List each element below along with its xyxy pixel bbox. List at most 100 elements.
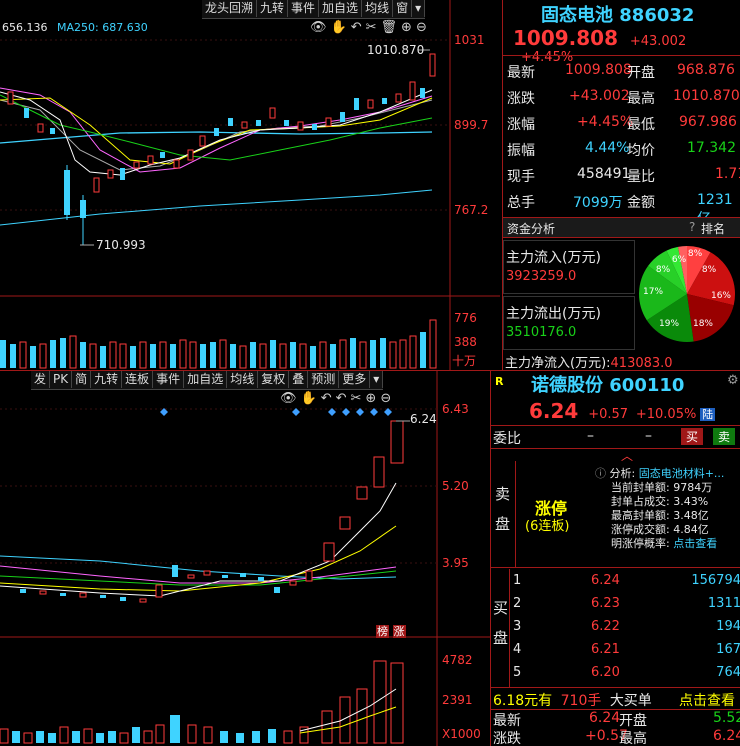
bid-price: 6.21	[591, 642, 620, 657]
outflow-box: 主力流出(万元) 3510176.0	[503, 296, 635, 350]
fund-analysis-tab[interactable]: 资金分析	[507, 220, 555, 237]
row-label: 金额	[627, 195, 655, 211]
row-label: 振幅	[507, 143, 535, 159]
bottom-change: +0.57	[588, 407, 629, 422]
quote-row-total: 总手 7099万 金额 1231亿	[505, 188, 740, 227]
analysis-value: 9784万	[673, 481, 713, 494]
bid-volume: 167	[716, 642, 740, 657]
sell-button[interactable]: 卖	[713, 428, 736, 445]
bid-price: 6.20	[591, 665, 620, 680]
analysis-link[interactable]: 固态电池材料+...	[639, 467, 725, 480]
bid-price: 6.24	[591, 573, 620, 588]
analysis-link[interactable]: 点击查看	[673, 537, 717, 550]
analysis-key: 当前封单额:	[611, 481, 670, 494]
inflow-box: 主力流入(万元) 3923259.0	[503, 240, 635, 294]
bid-row[interactable]: 3 6.22 194	[511, 619, 740, 641]
bid-row[interactable]: 1 6.24 156794	[511, 573, 740, 595]
net-inflow-label: 主力净流入(万元):	[505, 356, 611, 371]
analysis-key: 分析:	[609, 467, 636, 480]
weibi-label: 委比	[493, 431, 521, 447]
row-value: 4.44%	[585, 140, 630, 156]
pie-label: 8%	[688, 249, 703, 259]
pie-label: 18%	[693, 319, 713, 329]
bottom-stock-name: 诺德股份	[531, 375, 603, 396]
top-price: 1009.808	[513, 26, 619, 50]
row-value: 458491	[577, 166, 631, 182]
bottom-price-line: 6.24 +0.57 +10.05% 陆	[529, 399, 716, 423]
bottom-last-row: 最新 6.24 开盘 5.52	[491, 710, 740, 730]
outflow-label: 主力流出(万元)	[506, 306, 601, 322]
axis-tick-1031: 1031	[454, 33, 485, 47]
vol-axis-4782: 4782	[442, 653, 473, 667]
pie-label: 8%	[656, 265, 671, 275]
row-label: 涨幅	[507, 117, 535, 133]
bottom-chart-panel: 发PK简九转连板事件加自选均线复权叠预测更多▾ 👁✋↶↶✂⊕⊖	[0, 371, 490, 746]
bid-row[interactable]: 4 6.21 167	[511, 642, 740, 664]
row-label: 涨跌	[507, 91, 535, 107]
axis-tick-643: 6.43	[442, 402, 469, 416]
quote-row-hand: 现手 458491 量比 1.71	[505, 162, 740, 188]
top-chart-panel: 656.136 MA250: 687.630 龙头回溯 九转 事件 加自选 均线窗 ▾ 👁…	[0, 0, 500, 370]
vol-axis-unit: X1000	[442, 727, 481, 741]
quote-row-amplitude: 振幅 4.44% 均价 17.342	[505, 136, 740, 162]
ranking-tab[interactable]: 排名	[701, 220, 725, 237]
pie-label: 16%	[711, 291, 731, 301]
bottom-stock-code: 600110	[609, 375, 685, 396]
row-value: 6.24	[589, 710, 621, 726]
analysis-value: 4.84亿	[673, 523, 709, 536]
low-price-label: 710.993	[96, 238, 146, 252]
row-value: 7099万	[573, 195, 623, 211]
axis-tick-395: 3.95	[442, 556, 469, 570]
top-stock-name: 固态电池	[541, 5, 613, 26]
big-order-volume: 710手	[560, 693, 602, 709]
row-label: 量比	[627, 169, 655, 185]
bottom-kline-svg	[0, 371, 490, 746]
analysis-value: 3.43%	[673, 495, 709, 508]
row-label: 最高	[627, 91, 655, 107]
buy-button[interactable]: 买	[681, 428, 704, 445]
list-tag[interactable]: 榜	[376, 625, 389, 638]
bid-row[interactable]: 2 6.23 1311	[511, 596, 740, 618]
vol-axis-776: 776	[454, 311, 477, 325]
bottom-stock-title: 诺德股份 600110	[531, 371, 684, 397]
bid-level: 5	[513, 665, 522, 680]
info-icon: ⓘ	[595, 467, 606, 480]
vol-axis-388: 388	[454, 335, 477, 349]
fund-analysis-header: 资金分析 排名 ?	[503, 217, 740, 238]
buy-side-label: 买盘	[493, 599, 509, 647]
chart-tags: 榜 涨	[376, 623, 406, 639]
big-order-price: 6.18元有	[493, 693, 553, 709]
vol-axis-2391: 2391	[442, 693, 473, 707]
bid-volume: 194	[716, 619, 740, 634]
vol-axis-unit: 十万	[452, 354, 477, 368]
pie-label: 6%	[672, 255, 687, 265]
row-value: +43.002	[569, 88, 630, 104]
row-label: 均价	[627, 143, 655, 159]
row-label: 最高	[619, 731, 647, 746]
row-label: 总手	[507, 195, 535, 211]
bottom-last-row: 涨跌 +0.57 最高 6.24	[491, 728, 740, 746]
fund-pie-chart: 8% 16% 18% 19% 17% 8% 6% 8%	[639, 246, 736, 342]
quote-row-latest: 最新 1009.808 开盘 968.876	[505, 58, 740, 84]
top-stock-code: 886032	[619, 5, 695, 26]
bid-level: 1	[513, 573, 522, 588]
bid-row[interactable]: 5 6.20 764	[511, 665, 740, 687]
row-value: 1.71	[715, 166, 740, 182]
bid-level: 3	[513, 619, 522, 634]
top-stock-title: 固态电池 886032	[541, 1, 694, 27]
big-order-text: 大买单	[609, 693, 652, 709]
row-value: 5.52	[713, 710, 740, 726]
question-icon[interactable]: ?	[689, 220, 695, 234]
quote-row-change: 涨跌 +43.002 最高 1010.870	[505, 84, 740, 110]
gear-icon[interactable]: ⚙	[727, 373, 739, 388]
top-change: +43.002	[629, 34, 687, 49]
row-value: 967.986	[679, 114, 737, 130]
row-value: 17.342	[687, 140, 736, 156]
limit-analysis: ⓘ 分析: 固态电池材料+... 当前封单额: 9784万 封单占成交: 3.4…	[595, 467, 724, 551]
collapse-arrow-icon[interactable]: ︿	[621, 447, 633, 464]
big-order-link[interactable]: 点击查看	[679, 690, 735, 710]
row-value: 1009.808	[565, 62, 632, 78]
limit-up-tag[interactable]: 涨	[392, 625, 406, 638]
inflow-label: 主力流入(万元)	[506, 250, 601, 266]
weibi-diff: –	[645, 428, 652, 444]
